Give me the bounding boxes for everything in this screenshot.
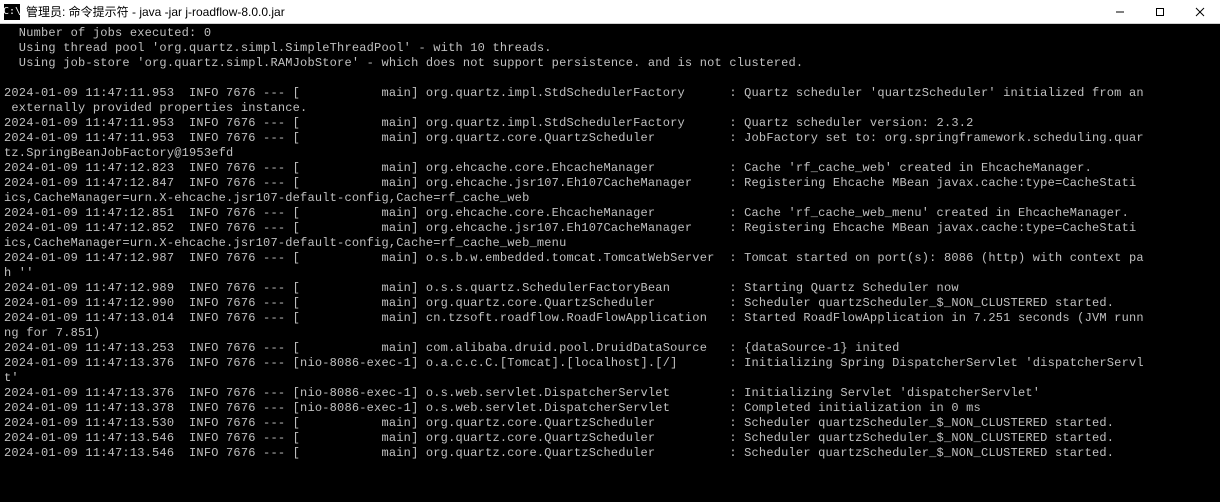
console-line: 2024-01-09 11:47:11.953 INFO 7676 --- [ … (4, 86, 1216, 101)
console-line: Using job-store 'org.quartz.simpl.RAMJob… (4, 56, 1216, 71)
console-line: 2024-01-09 11:47:12.851 INFO 7676 --- [ … (4, 206, 1216, 221)
window-titlebar[interactable]: C:\ 管理员: 命令提示符 - java -jar j-roadflow-8.… (0, 0, 1220, 24)
console-line: ng for 7.851) (4, 326, 1216, 341)
console-line: 2024-01-09 11:47:13.014 INFO 7676 --- [ … (4, 311, 1216, 326)
console-line: Using thread pool 'org.quartz.simpl.Simp… (4, 41, 1216, 56)
console-line: tz.SpringBeanJobFactory@1953efd (4, 146, 1216, 161)
window-controls (1100, 0, 1220, 23)
console-line: 2024-01-09 11:47:13.546 INFO 7676 --- [ … (4, 446, 1216, 461)
maximize-icon (1155, 7, 1165, 17)
console-line: 2024-01-09 11:47:12.823 INFO 7676 --- [ … (4, 161, 1216, 176)
console-line: h '' (4, 266, 1216, 281)
console-line: 2024-01-09 11:47:13.376 INFO 7676 --- [n… (4, 356, 1216, 371)
console-line: externally provided properties instance. (4, 101, 1216, 116)
minimize-icon (1115, 7, 1125, 17)
console-line: 2024-01-09 11:47:12.989 INFO 7676 --- [ … (4, 281, 1216, 296)
console-line: ics,CacheManager=urn.X-ehcache.jsr107-de… (4, 191, 1216, 206)
close-icon (1195, 7, 1205, 17)
cmd-icon: C:\ (4, 4, 20, 20)
console-line: 2024-01-09 11:47:11.953 INFO 7676 --- [ … (4, 116, 1216, 131)
console-line: t' (4, 371, 1216, 386)
close-button[interactable] (1180, 0, 1220, 24)
console-line: 2024-01-09 11:47:12.987 INFO 7676 --- [ … (4, 251, 1216, 266)
console-line: 2024-01-09 11:47:12.990 INFO 7676 --- [ … (4, 296, 1216, 311)
console-line: Number of jobs executed: 0 (4, 26, 1216, 41)
minimize-button[interactable] (1100, 0, 1140, 24)
console-line: 2024-01-09 11:47:13.378 INFO 7676 --- [n… (4, 401, 1216, 416)
console-line: 2024-01-09 11:47:11.953 INFO 7676 --- [ … (4, 131, 1216, 146)
window-title: 管理员: 命令提示符 - java -jar j-roadflow-8.0.0.… (26, 3, 285, 20)
console-line: ics,CacheManager=urn.X-ehcache.jsr107-de… (4, 236, 1216, 251)
console-line: 2024-01-09 11:47:12.847 INFO 7676 --- [ … (4, 176, 1216, 191)
console-line: 2024-01-09 11:47:13.376 INFO 7676 --- [n… (4, 386, 1216, 401)
console-line: 2024-01-09 11:47:12.852 INFO 7676 --- [ … (4, 221, 1216, 236)
console-line (4, 71, 1216, 86)
maximize-button[interactable] (1140, 0, 1180, 24)
console-output[interactable]: Number of jobs executed: 0 Using thread … (0, 24, 1220, 502)
console-line: 2024-01-09 11:47:13.253 INFO 7676 --- [ … (4, 341, 1216, 356)
console-line: 2024-01-09 11:47:13.530 INFO 7676 --- [ … (4, 416, 1216, 431)
console-line: 2024-01-09 11:47:13.546 INFO 7676 --- [ … (4, 431, 1216, 446)
